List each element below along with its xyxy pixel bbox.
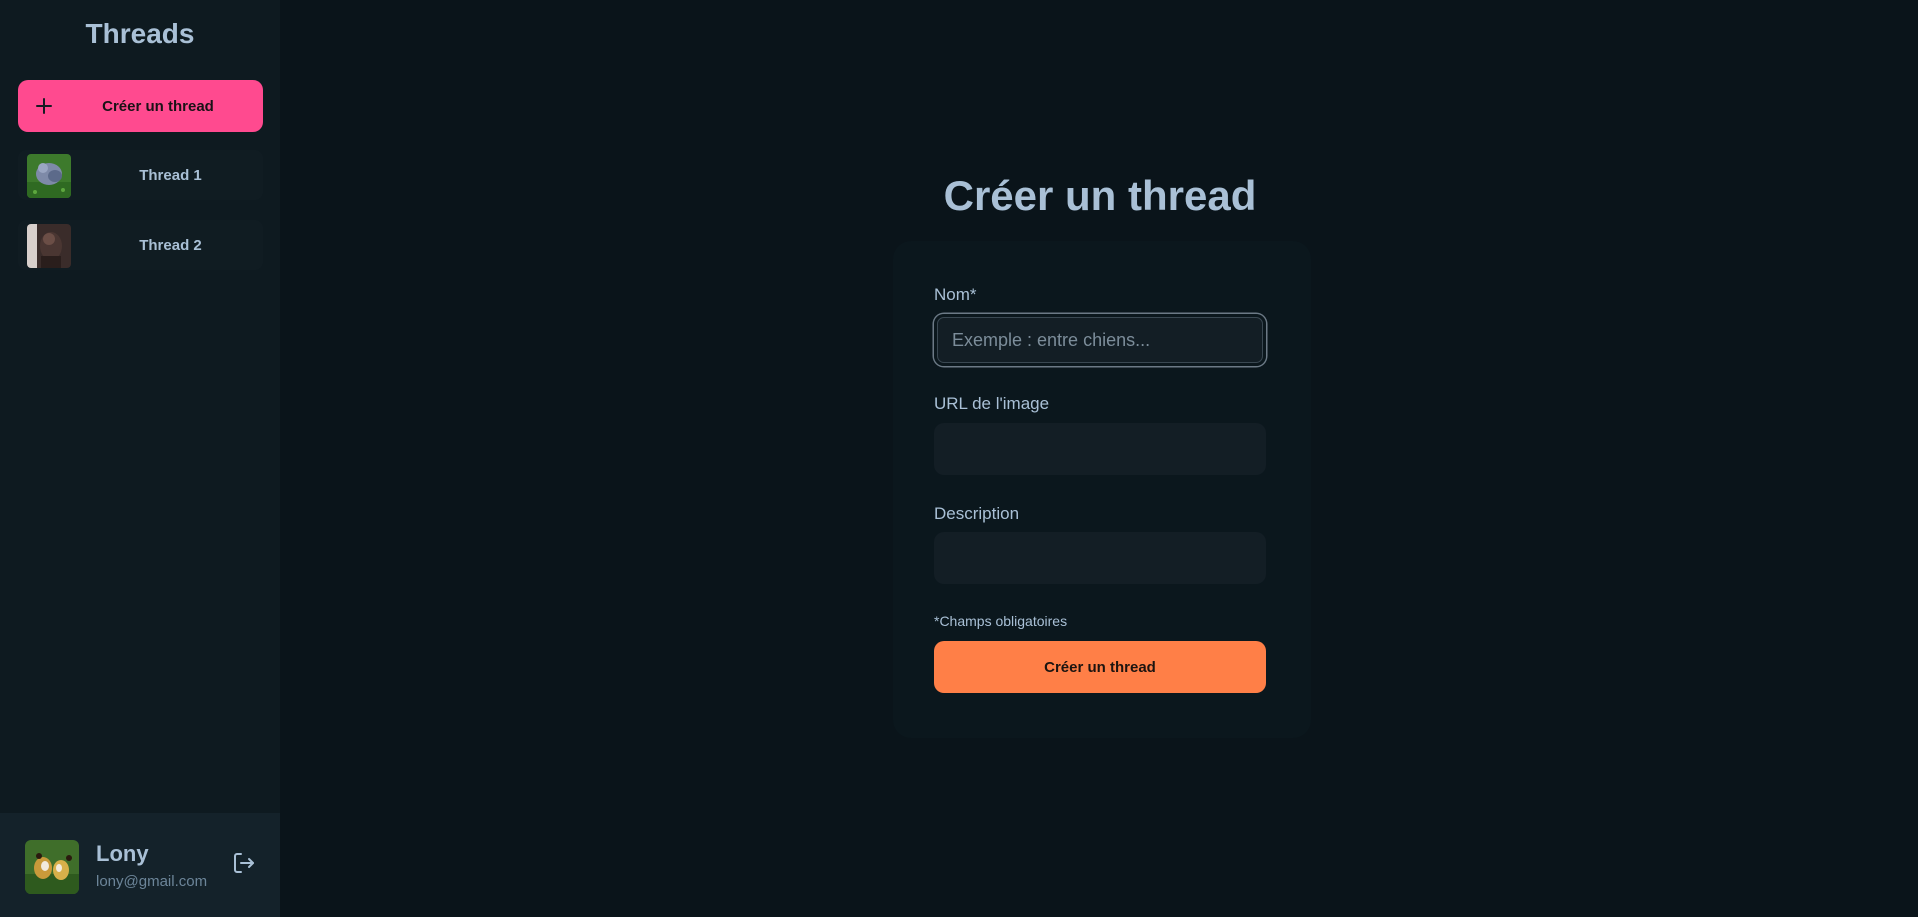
logout-icon[interactable]: [230, 849, 258, 877]
sidebar: Threads Créer un thread Thread 1 Thread …: [0, 0, 280, 917]
image-url-field-label: URL de l'image: [934, 394, 1050, 413]
image-url-field[interactable]: [934, 423, 1266, 475]
thread-thumbnail: [27, 224, 71, 268]
page-title: Créer un thread: [943, 172, 1257, 219]
description-field[interactable]: [934, 532, 1266, 584]
user-email: lony@gmail.com: [96, 873, 208, 890]
thread-name: Thread 2: [139, 236, 202, 254]
avatar: [25, 840, 79, 894]
sidebar-title: Threads: [85, 18, 195, 49]
app: Threads Créer un thread Thread 1 Thread …: [0, 0, 1918, 917]
user-name: Lony: [96, 841, 149, 866]
name-field[interactable]: [934, 314, 1266, 366]
create-thread-sidebar-button[interactable]: Créer un thread: [18, 80, 263, 132]
sidebar-thread-item[interactable]: Thread 2: [18, 220, 263, 270]
create-thread-submit-button[interactable]: Créer un thread: [934, 641, 1266, 693]
thread-thumbnail: [27, 154, 71, 198]
name-field-label: Nom*: [934, 285, 977, 304]
sidebar-thread-item[interactable]: Thread 1: [18, 150, 263, 200]
thread-name: Thread 1: [139, 166, 202, 184]
plus-icon: [30, 92, 58, 120]
description-field-label: Description: [934, 504, 1020, 523]
required-fields-note: *Champs obligatoires: [934, 613, 1068, 629]
